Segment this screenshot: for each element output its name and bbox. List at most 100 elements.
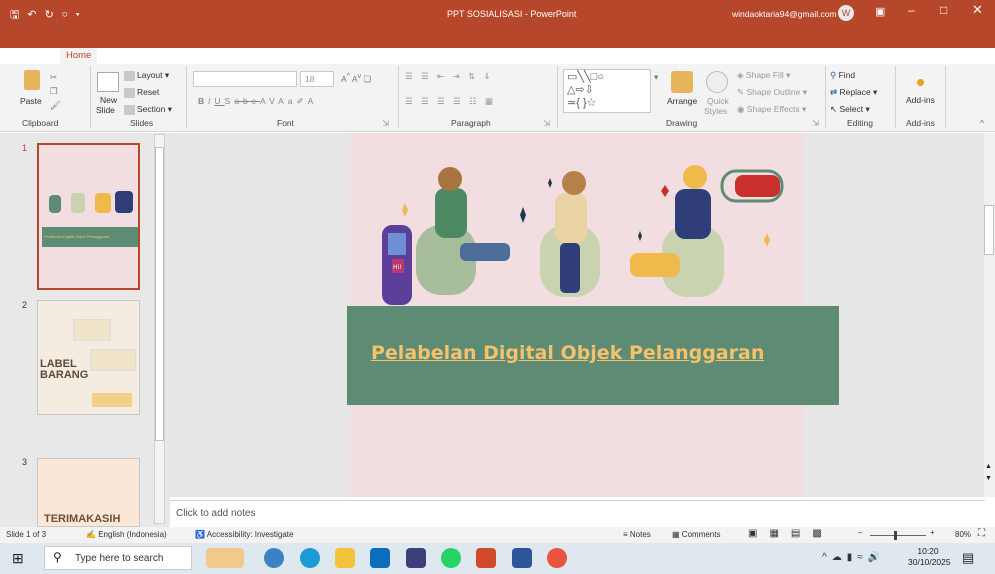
tell-me-search[interactable]: ⚲ Tell me what you want to do [586, 48, 713, 64]
shape-oval-icon[interactable]: ○ [597, 71, 604, 83]
tab-insert[interactable]: Insert [110, 48, 134, 64]
ribbon-display-icon[interactable]: ▣ [875, 5, 885, 18]
app-icon[interactable] [406, 548, 426, 568]
shape-outline-button[interactable]: ✎ Shape Outline ▾ [737, 87, 807, 98]
line-spacing-icon[interactable]: ⇅ [468, 71, 478, 81]
customize-icon[interactable]: ▾ [76, 9, 88, 21]
select-button[interactable]: ↖ Select ▾ [830, 104, 870, 115]
collapse-ribbon-icon[interactable]: ^ [980, 118, 984, 128]
new-slide-button-2[interactable]: Slide [96, 105, 115, 115]
shadow-button[interactable]: S [225, 96, 235, 106]
paste-icon[interactable] [24, 70, 40, 90]
normal-view-icon[interactable]: ▣ [748, 528, 769, 539]
zoom-track[interactable] [870, 535, 926, 536]
justify-icon[interactable]: ☰ [453, 96, 464, 106]
zoom-handle[interactable] [894, 531, 897, 540]
slideshow-view-icon[interactable]: ▩ [812, 528, 833, 539]
notes-placeholder[interactable]: Click to add notes [176, 508, 256, 519]
shape-brace-icon[interactable]: { } [576, 97, 586, 109]
sidebar-scrollbar[interactable] [154, 134, 165, 524]
zoom-in-icon[interactable]: + [930, 528, 935, 537]
cloud-icon[interactable]: ☁ [832, 552, 847, 563]
paragraph-dialog-launcher-icon[interactable]: ⇲ [543, 118, 550, 129]
numbering-icon[interactable]: ☰ [421, 71, 432, 81]
tab-animations[interactable]: Animations [291, 48, 338, 64]
quick-styles-button-2[interactable]: Styles [704, 106, 727, 116]
change-case-button[interactable]: Aa [278, 96, 296, 106]
save-icon[interactable]: 🖫 [10, 9, 27, 21]
tab-review[interactable]: Review [461, 48, 492, 64]
columns-icon[interactable]: ☷ [469, 96, 480, 106]
shape-fill-button[interactable]: ◈ Shape Fill ▾ [737, 70, 790, 81]
edge-icon[interactable] [300, 548, 320, 568]
tab-design[interactable]: Design [188, 48, 218, 64]
redo-icon[interactable]: ↻ [45, 9, 62, 21]
shape-arrow-icon[interactable]: ⇨⇩ [575, 84, 593, 96]
grow-font-icon[interactable]: A^ Av ❏ [341, 72, 371, 85]
canvas-scrollbar[interactable]: ▲ ▼ [984, 133, 995, 497]
sidebar-scroll-thumb[interactable] [155, 147, 164, 441]
slide-thumbnail-3[interactable]: TERIMAKASIH [37, 458, 140, 527]
find-button[interactable]: ⚲ Find [830, 70, 855, 81]
minimize-icon[interactable]: – [908, 3, 915, 17]
add-ins-button[interactable]: Add-ins [906, 95, 935, 105]
file-explorer-icon[interactable] [335, 548, 355, 568]
windows-start-icon[interactable]: ⊞ [12, 550, 24, 567]
layout-button[interactable]: Layout ▾ [124, 70, 169, 81]
language-indicator[interactable]: ✍ English (Indonesia) [86, 530, 167, 539]
highlight-icon[interactable]: ✐ [297, 96, 308, 106]
font-size-input[interactable]: 18 [300, 71, 334, 87]
zoom-level[interactable]: 80% [955, 530, 971, 539]
replace-button[interactable]: ⇄ Replace ▾ [830, 87, 877, 98]
align-left-icon[interactable]: ☰ [405, 96, 416, 106]
previous-slide-icon[interactable]: ▲ [985, 463, 992, 470]
text-direction-icon[interactable]: ⇓ [484, 71, 494, 81]
shape-curve-icon[interactable]: ≃ [567, 97, 576, 109]
tab-slide-show[interactable]: Slide Show [355, 48, 403, 64]
bold-button[interactable]: B [198, 96, 208, 106]
clipboard-small-icons[interactable]: ✂ ❐ 🖌 [50, 70, 61, 112]
tab-help[interactable]: Help [546, 48, 566, 64]
arrange-icon[interactable] [671, 71, 693, 93]
arrange-button[interactable]: Arrange [667, 96, 697, 106]
smartart-icon[interactable]: ▦ [485, 96, 496, 106]
format-painter-icon[interactable]: 🖌 [50, 100, 61, 110]
system-tray[interactable]: ^☁▮≈🔊 [822, 552, 885, 563]
outlook-icon[interactable] [370, 548, 390, 568]
shape-line-icon[interactable]: ╲╲ [577, 71, 590, 83]
increase-indent-icon[interactable]: ⇥ [453, 71, 463, 81]
shape-star-icon[interactable]: ☆ [587, 97, 597, 109]
zoom-slider[interactable]: – + [858, 528, 938, 542]
drawing-dialog-launcher-icon[interactable]: ⇲ [812, 118, 819, 129]
paste-button[interactable]: Paste [20, 96, 42, 106]
copy-icon[interactable]: ❐ [50, 86, 58, 96]
tab-record[interactable]: Record [417, 48, 448, 64]
quick-styles-button[interactable]: Quick [707, 96, 729, 106]
underline-button[interactable]: U [215, 96, 225, 106]
tab-home[interactable]: Home [60, 48, 98, 64]
undo-icon[interactable]: ↶ [27, 9, 44, 21]
battery-icon[interactable]: ▮ [847, 552, 858, 563]
tab-draw[interactable]: Draw [148, 48, 170, 64]
next-slide-icon[interactable]: ▼ [985, 475, 992, 482]
bullets-icon[interactable]: ☰ [405, 71, 416, 81]
paragraph-top-row[interactable]: ☰ ☰ ⇤ ⇥ ⇅ ⇓ [405, 71, 494, 82]
word-icon[interactable] [512, 548, 532, 568]
notification-icon[interactable]: ▤ [962, 550, 974, 566]
shapes-gallery[interactable]: ▭╲╲□○ △⇨⇩ ≃{ }☆ [563, 69, 651, 113]
close-icon[interactable]: ✕ [972, 2, 983, 18]
canvas-scroll-thumb[interactable] [984, 205, 994, 255]
shape-effects-button[interactable]: ◉ Shape Effects ▾ [737, 104, 806, 115]
zoom-out-icon[interactable]: – [858, 528, 862, 537]
slide-title[interactable]: Pelabelan Digital Objek Pelanggaran [371, 342, 764, 364]
account-email[interactable]: windaoktaria94@gmail.com [732, 9, 837, 19]
new-slide-button[interactable]: New [100, 95, 117, 105]
decrease-indent-icon[interactable]: ⇤ [437, 71, 447, 81]
slide-sorter-icon[interactable]: ▦ [769, 528, 790, 539]
volume-icon[interactable]: 🔊 [868, 552, 885, 563]
whatsapp-icon[interactable] [441, 548, 461, 568]
font-name-input[interactable] [193, 71, 297, 87]
slide-thumbnail-1[interactable]: Pelabelan Digital Objek Pelanggaran [37, 143, 140, 290]
section-button[interactable]: Section ▾ [124, 104, 172, 115]
news-widget-icon[interactable] [206, 548, 244, 568]
